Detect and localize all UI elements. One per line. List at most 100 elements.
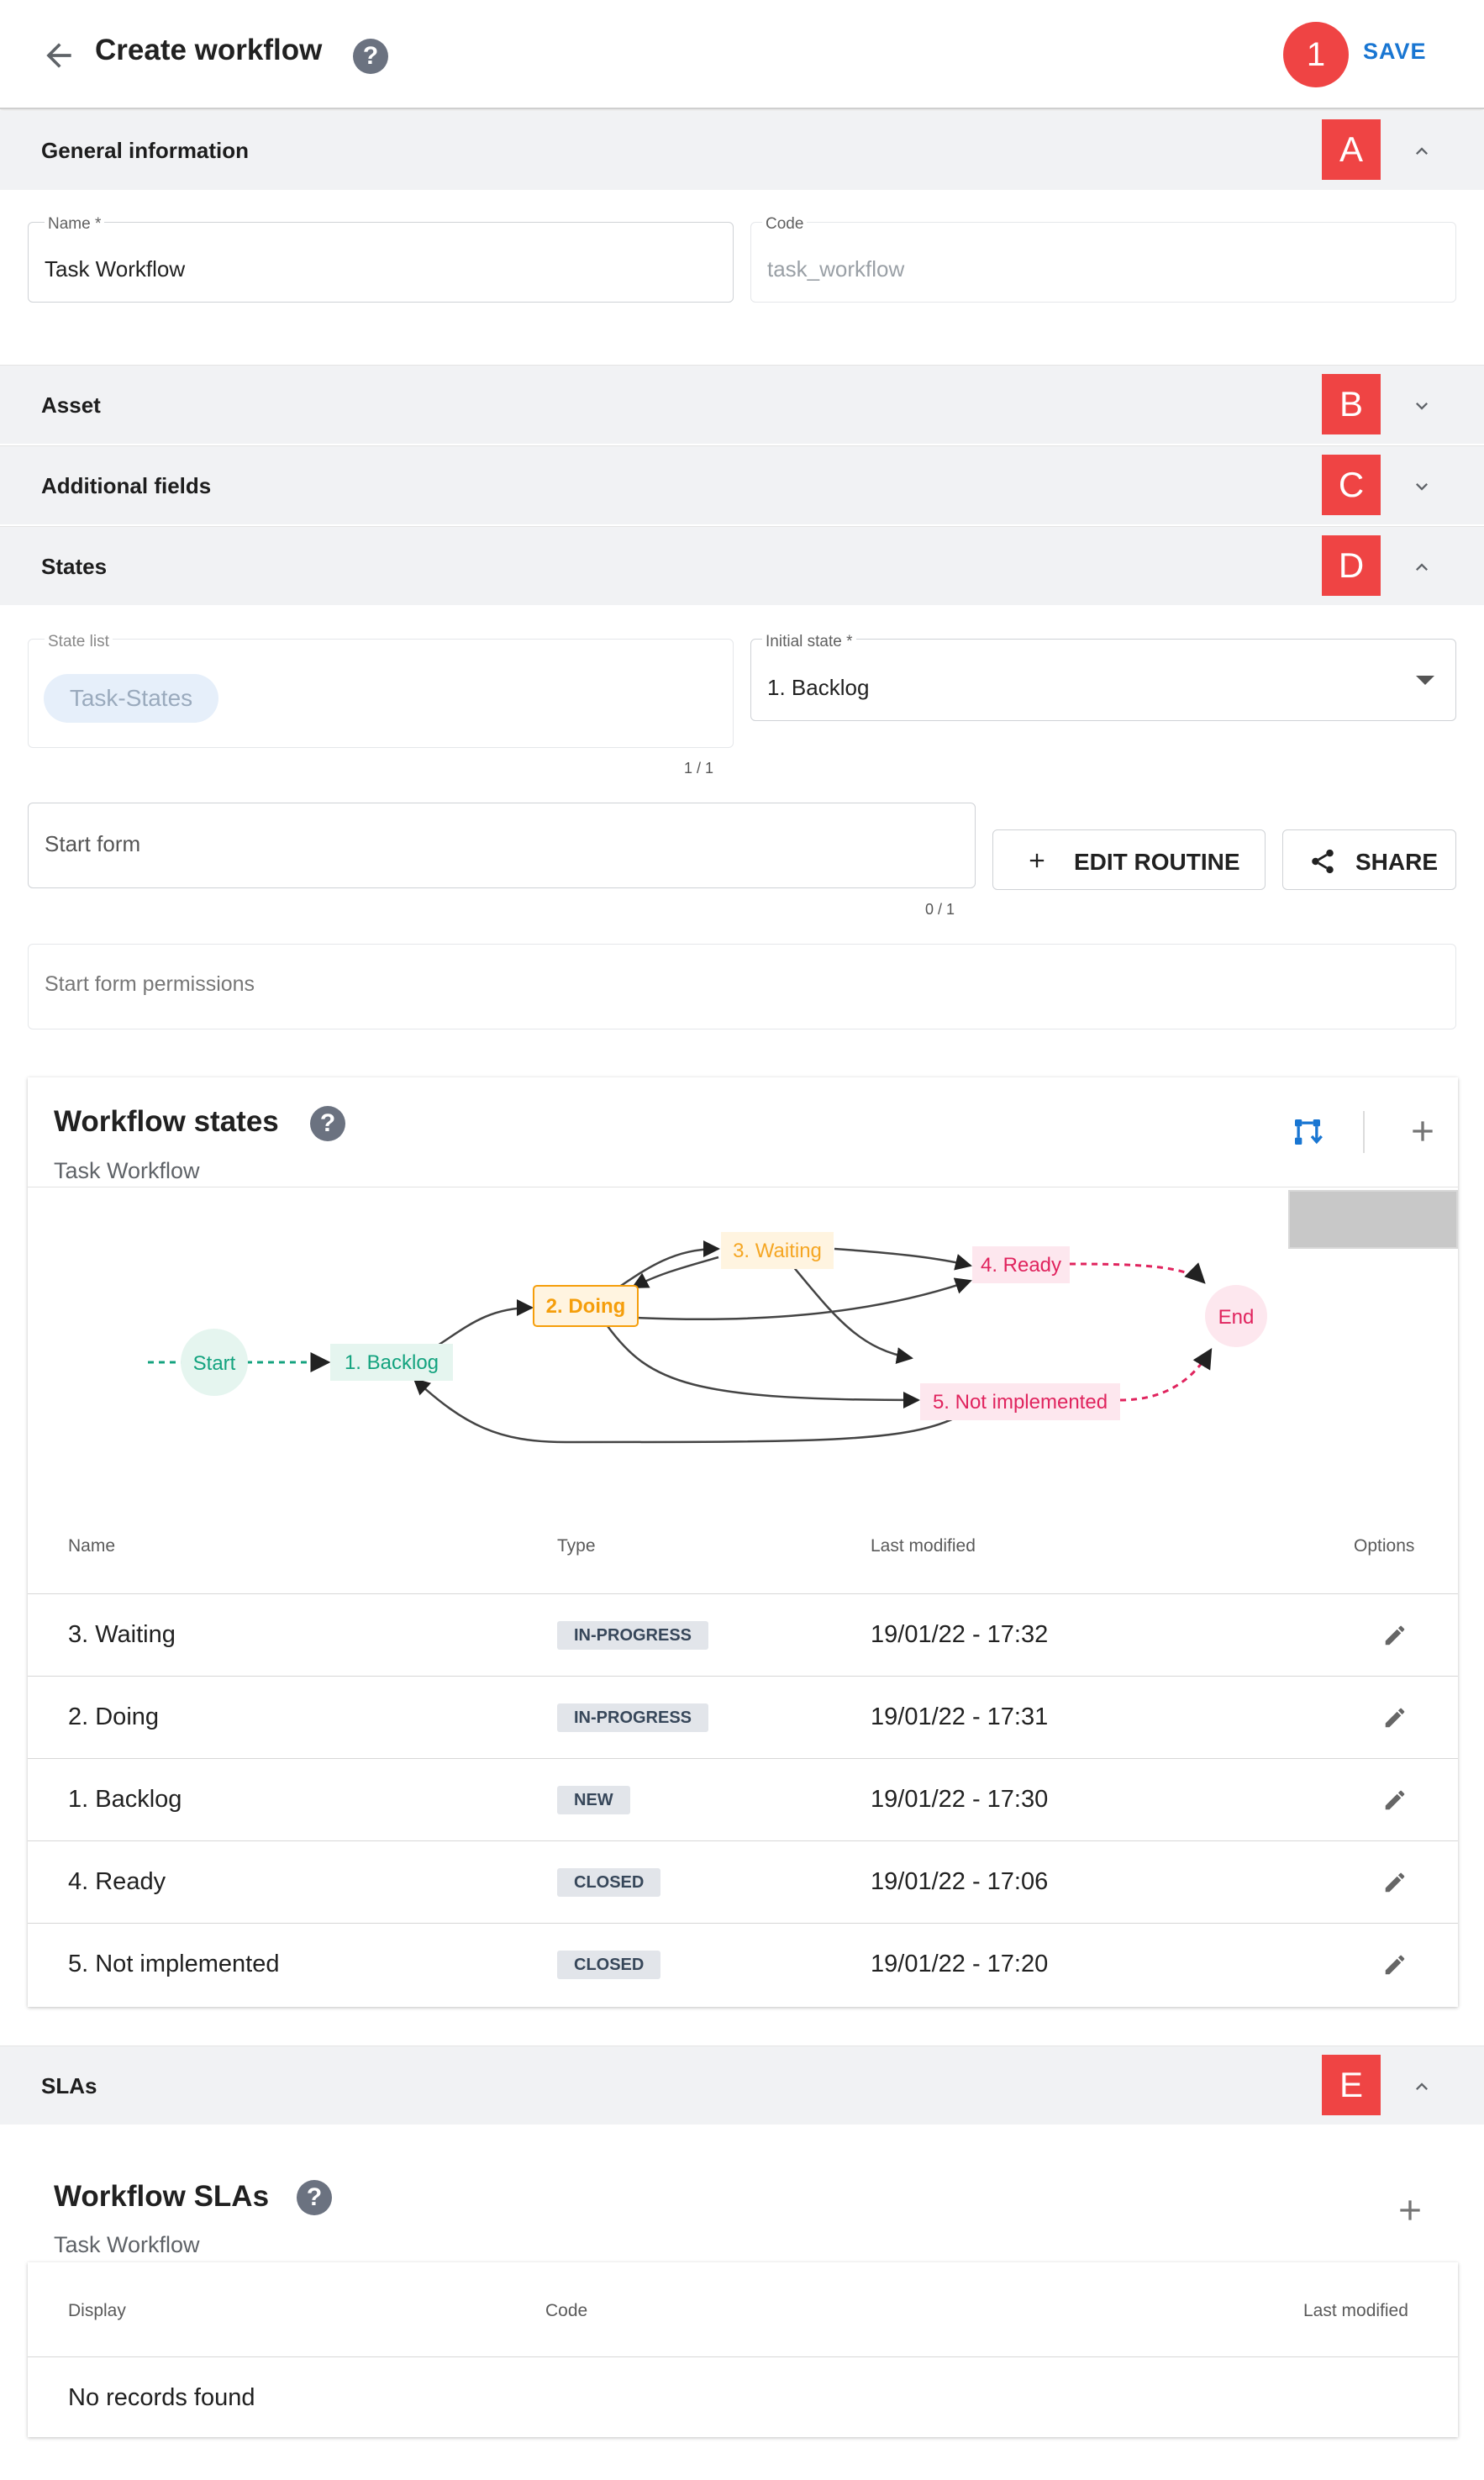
code-field-label: Code	[762, 215, 808, 234]
chevron-up-icon[interactable]	[1410, 555, 1434, 579]
state-list-label: State list	[45, 633, 113, 651]
help-icon[interactable]: ?	[297, 2180, 332, 2215]
node-start-label: Start	[193, 1352, 236, 1375]
workflow-slas-title: Workflow SLAs	[54, 2180, 270, 2213]
layout-diagram-icon[interactable]	[1291, 1115, 1324, 1149]
col-last-modified[interactable]: Last modified	[1303, 2301, 1408, 2321]
section-title: States	[41, 554, 108, 579]
annotation-badge: B	[1322, 374, 1381, 434]
edit-pencil-icon[interactable]	[1382, 1870, 1408, 1895]
edit-pencil-icon[interactable]	[1382, 1705, 1408, 1730]
status-badge: IN-PROGRESS	[557, 1621, 709, 1650]
status-badge: CLOSED	[557, 1951, 661, 1979]
row-name: 5. Not implemented	[68, 1951, 280, 1977]
section-general-information[interactable]: General information A	[0, 111, 1484, 190]
workflow-slas-subtitle: Task Workflow	[54, 2232, 200, 2257]
dropdown-caret-icon[interactable]	[1416, 676, 1434, 685]
table-row[interactable]: 2. Doing IN-PROGRESS 19/01/22 - 17:31	[28, 1676, 1458, 1758]
row-name: 1. Backlog	[68, 1786, 182, 1813]
annotation-badge: A	[1322, 119, 1381, 180]
edit-routine-button[interactable]: EDIT ROUTINE	[992, 829, 1266, 890]
table-row[interactable]: 5. Not implemented CLOSED 19/01/22 - 17:…	[28, 1923, 1458, 2005]
states-table-header: Name Type Last modified Options	[28, 1498, 1458, 1593]
start-form-counter: 0 / 1	[925, 901, 955, 918]
help-icon[interactable]: ?	[310, 1106, 345, 1141]
node-backlog-label: 1. Backlog	[345, 1351, 439, 1374]
node-doing-label: 2. Doing	[546, 1295, 626, 1318]
workflow-diagram: Start 1. Backlog 2. Doing 3. Waiting 4. …	[148, 1232, 1267, 1444]
save-button[interactable]: SAVE	[1363, 39, 1427, 65]
slas-table-header: Display Code Last modified	[28, 2262, 1458, 2356]
row-name: 3. Waiting	[68, 1621, 176, 1648]
plus-icon	[1029, 853, 1045, 868]
col-display[interactable]: Display	[68, 2301, 126, 2321]
col-type[interactable]: Type	[557, 1536, 596, 1556]
status-badge: IN-PROGRESS	[557, 1703, 709, 1732]
col-name[interactable]: Name	[68, 1536, 115, 1556]
section-states[interactable]: States D	[0, 526, 1484, 605]
share-icon	[1312, 849, 1334, 874]
edit-routine-label: EDIT ROUTINE	[1074, 849, 1240, 875]
status-badge: CLOSED	[557, 1868, 661, 1897]
chevron-up-icon[interactable]	[1410, 140, 1434, 163]
edit-pencil-icon[interactable]	[1382, 1623, 1408, 1648]
workflow-states-title: Workflow states	[54, 1105, 279, 1138]
edge-waiting-notimpl	[792, 1265, 913, 1364]
col-options: Options	[1354, 1536, 1415, 1556]
edge-doing-notimpl	[606, 1325, 920, 1408]
section-title: Additional fields	[41, 473, 212, 498]
name-field-value: Task Workflow	[45, 256, 186, 282]
row-name: 2. Doing	[68, 1703, 160, 1730]
section-title: SLAs	[41, 2073, 97, 2098]
table-row[interactable]: 4. Ready CLOSED 19/01/22 - 17:06	[28, 1840, 1458, 1923]
chevron-down-icon[interactable]	[1410, 475, 1434, 498]
section-title: Asset	[41, 392, 101, 418]
slas-table: Display Code Last modified No records fo…	[28, 2262, 1458, 2437]
annotation-badge: 1	[1283, 22, 1349, 87]
initial-state-value: 1. Backlog	[767, 675, 870, 700]
row-last-modified: 19/01/22 - 17:20	[871, 1951, 1049, 1977]
state-list-chip[interactable]: Task-States	[44, 674, 218, 723]
table-row[interactable]: 1. Backlog NEW 19/01/22 - 17:30	[28, 1758, 1458, 1840]
edge-waiting-doing	[631, 1256, 719, 1289]
add-state-icon[interactable]	[1406, 1114, 1439, 1148]
node-waiting-label: 3. Waiting	[733, 1240, 822, 1262]
edge-notimpl-end	[1119, 1347, 1213, 1402]
help-icon[interactable]: ?	[353, 39, 388, 74]
chevron-down-icon[interactable]	[1410, 394, 1434, 418]
edge-doing-ready	[635, 1277, 972, 1321]
section-additional-fields[interactable]: Additional fields C	[0, 445, 1484, 524]
edge-waiting-ready	[834, 1247, 972, 1271]
section-asset[interactable]: Asset B	[0, 365, 1484, 444]
share-button[interactable]: SHARE	[1282, 829, 1456, 890]
col-code[interactable]: Code	[545, 2301, 587, 2321]
back-arrow-icon[interactable]	[40, 37, 77, 74]
status-badge: NEW	[557, 1786, 630, 1814]
col-last-modified[interactable]: Last modified	[871, 1536, 976, 1556]
workflow-states-card: Workflow states ? Task Workflow Start 1.	[28, 1077, 1458, 2007]
annotation-badge: E	[1322, 2055, 1381, 2115]
initial-state-label: Initial state *	[762, 633, 856, 651]
edit-pencil-icon[interactable]	[1382, 1788, 1408, 1813]
app-header: Create workflow ? 1 SAVE	[0, 0, 1484, 109]
start-form-input[interactable]	[28, 803, 976, 888]
share-label: SHARE	[1355, 849, 1439, 875]
node-ready-label: 4. Ready	[981, 1254, 1061, 1277]
empty-row: No records found	[28, 2356, 1458, 2437]
row-last-modified: 19/01/22 - 17:32	[871, 1621, 1049, 1648]
row-last-modified: 19/01/22 - 17:31	[871, 1703, 1049, 1730]
start-form-placeholder: Start form	[45, 831, 141, 856]
code-field-value: task_workflow	[767, 256, 905, 282]
add-sla-icon[interactable]	[1393, 2193, 1427, 2227]
section-slas[interactable]: SLAs E	[0, 2046, 1484, 2125]
node-not-implemented-label: 5. Not implemented	[933, 1391, 1108, 1414]
row-last-modified: 19/01/22 - 17:06	[871, 1868, 1049, 1895]
name-field-label: Name *	[45, 215, 105, 234]
empty-text: No records found	[68, 2384, 255, 2411]
page-title: Create workflow	[95, 34, 323, 66]
chevron-up-icon[interactable]	[1410, 2075, 1434, 2098]
edit-pencil-icon[interactable]	[1382, 1952, 1408, 1977]
edge-backlog-doing	[430, 1299, 534, 1351]
table-row[interactable]: 3. Waiting IN-PROGRESS 19/01/22 - 17:32	[28, 1593, 1458, 1676]
section-title: General information	[41, 138, 250, 163]
